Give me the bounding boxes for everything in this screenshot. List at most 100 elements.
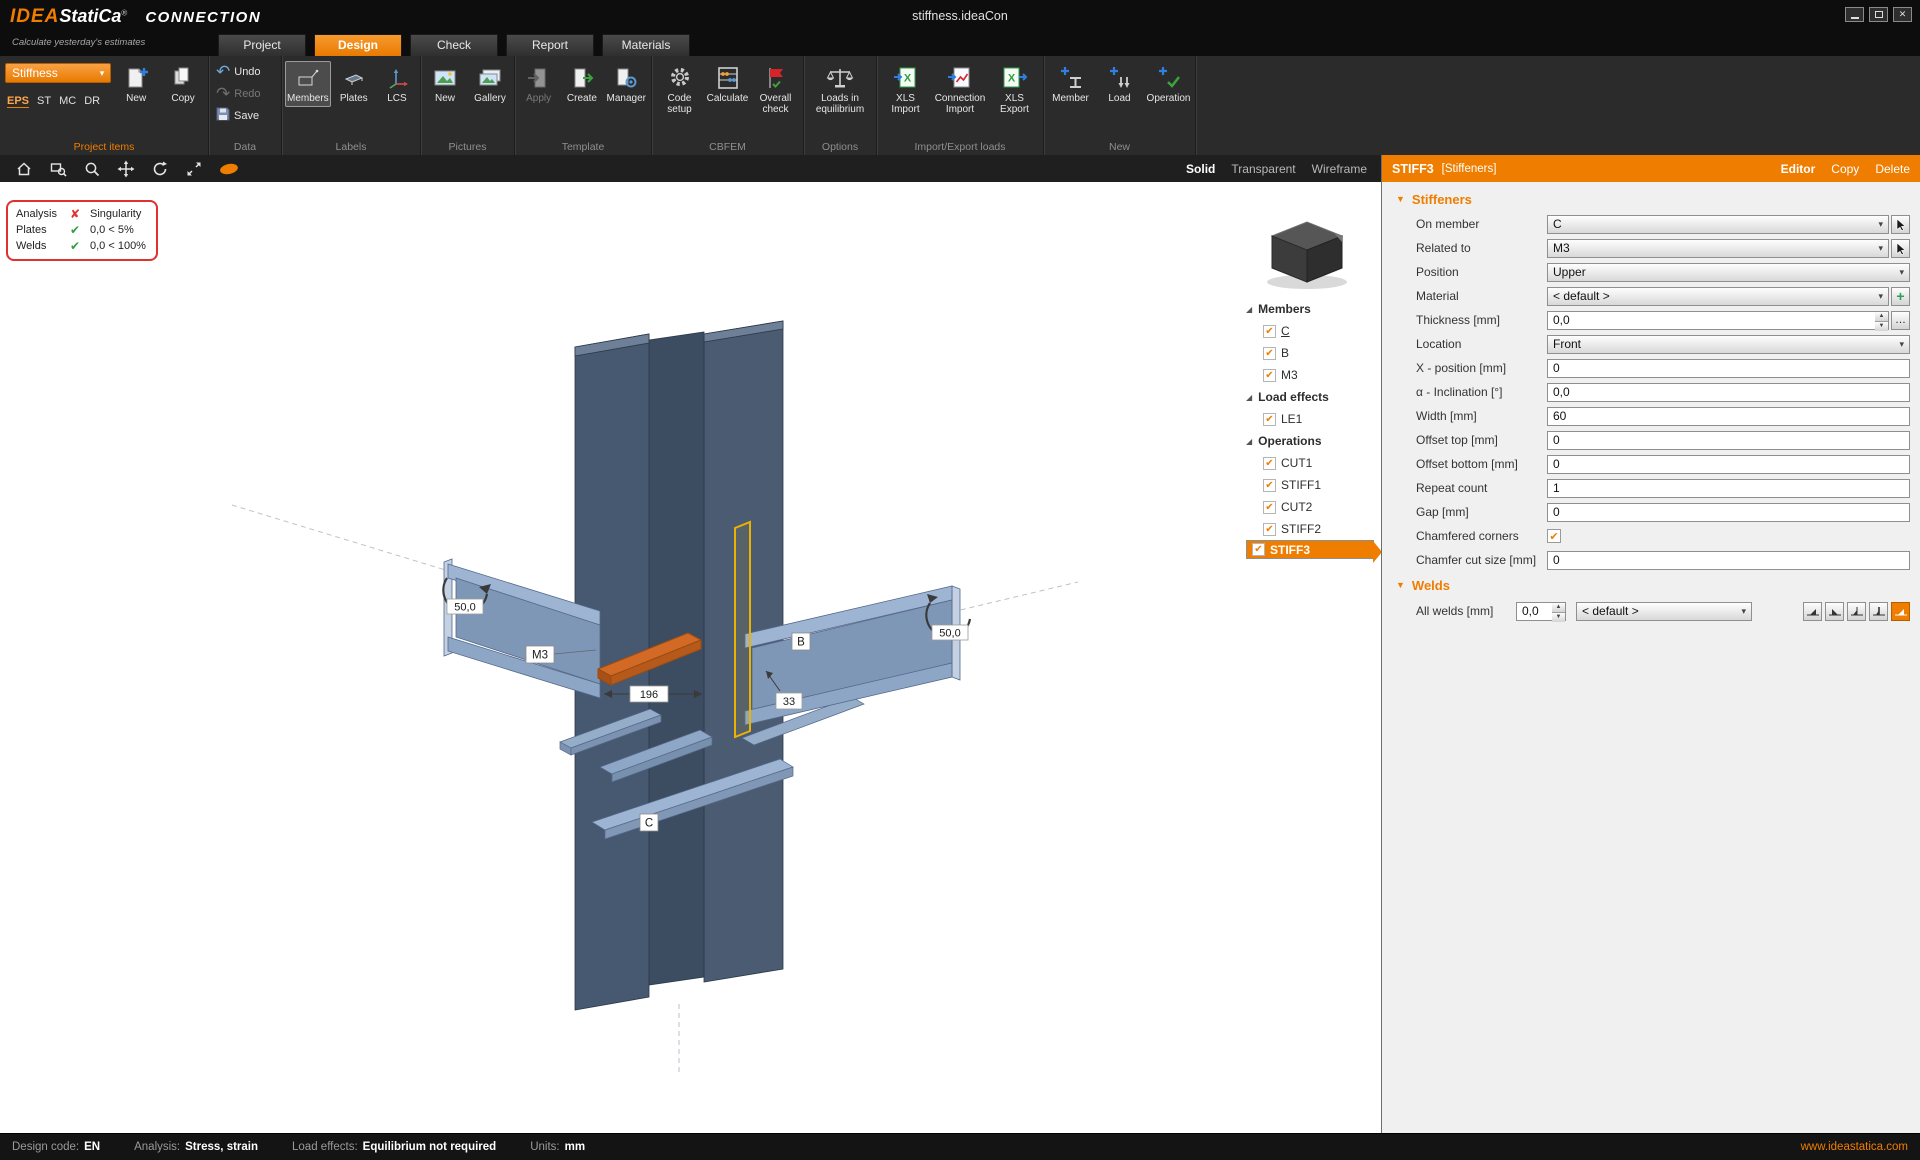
mode-dr-button[interactable]: DR	[84, 95, 100, 108]
tree-item-cut1[interactable]: CUT1	[1246, 452, 1374, 474]
fillet-weld-icon[interactable]	[1803, 602, 1822, 621]
width-input[interactable]: 60	[1547, 407, 1910, 426]
tree-item-c[interactable]: C	[1246, 320, 1374, 342]
tree-item-le1[interactable]: LE1	[1246, 408, 1374, 430]
copy-project-item-button[interactable]: Copy	[161, 61, 205, 108]
labels-lcs-toggle[interactable]: LCS	[377, 61, 417, 107]
offset-bottom-input[interactable]: 0	[1547, 455, 1910, 474]
home-view-button[interactable]	[14, 159, 34, 179]
clip-tool-icon[interactable]	[218, 159, 238, 179]
close-button[interactable]: ✕	[1893, 7, 1912, 22]
tree-item-m3[interactable]: M3	[1246, 364, 1374, 386]
tree-item-cut2[interactable]: CUT2	[1246, 496, 1374, 518]
on-member-select[interactable]: C▾	[1547, 215, 1889, 234]
chamfer-cut-size-input[interactable]: 0	[1547, 551, 1910, 570]
tree-item-b[interactable]: B	[1246, 342, 1374, 364]
zoom-window-button[interactable]	[48, 159, 68, 179]
loads-in-equilibrium-toggle[interactable]: Loads in equilibrium	[809, 61, 872, 118]
delete-operation-button[interactable]: Delete	[1875, 162, 1910, 176]
tree-item-stiff1[interactable]: STIFF1	[1246, 474, 1374, 496]
pick-related-member-button[interactable]	[1891, 239, 1910, 258]
navigation-cube[interactable]	[1252, 210, 1362, 297]
offset-top-input[interactable]: 0	[1547, 431, 1910, 450]
thickness-stepper[interactable]: ▲▼	[1875, 311, 1889, 330]
all-welds-size-input[interactable]: 0,0	[1516, 602, 1552, 621]
picture-new-button[interactable]: New	[424, 61, 466, 107]
analysis-type-dropdown[interactable]: Stiffness ▾	[5, 63, 111, 83]
checkbox-checked-icon[interactable]	[1263, 325, 1276, 338]
spin-up-icon[interactable]: ▲	[1552, 603, 1565, 612]
mode-eps-button[interactable]: EPS	[7, 95, 29, 108]
save-button[interactable]: Save	[216, 107, 276, 124]
view-mode-wireframe[interactable]: Wireframe	[1312, 162, 1367, 176]
checkbox-checked-icon[interactable]	[1263, 479, 1276, 492]
double-fillet-weld-icon[interactable]	[1847, 602, 1866, 621]
tab-check[interactable]: Check	[410, 34, 498, 56]
maximize-button[interactable]	[1869, 7, 1888, 22]
template-create-button[interactable]: Create	[561, 61, 602, 107]
connection-import-button[interactable]: Connection Import	[933, 61, 987, 118]
website-link[interactable]: www.ideastatica.com	[1801, 1141, 1908, 1153]
tree-section-operations[interactable]: ◢Operations	[1246, 430, 1374, 452]
section-welds[interactable]: ▼Welds	[1382, 572, 1920, 598]
checkbox-checked-icon[interactable]	[1263, 523, 1276, 536]
new-load-button[interactable]: Load	[1097, 61, 1143, 107]
thickness-more-button[interactable]: …	[1891, 311, 1910, 330]
copy-operation-button[interactable]: Copy	[1831, 162, 1859, 176]
inclination-input[interactable]: 0,0	[1547, 383, 1910, 402]
picture-gallery-button[interactable]: Gallery	[469, 61, 511, 107]
zoom-button[interactable]	[82, 159, 102, 179]
overall-check-button[interactable]: Overall check	[753, 61, 799, 118]
checkbox-checked-icon[interactable]	[1263, 457, 1276, 470]
gap-input[interactable]: 0	[1547, 503, 1910, 522]
tree-section-load-effects[interactable]: ◢Load effects	[1246, 386, 1374, 408]
new-operation-button[interactable]: Operation	[1146, 61, 1192, 107]
new-project-item-button[interactable]: New	[114, 61, 158, 108]
xls-import-button[interactable]: X XLS Import	[880, 61, 931, 118]
checkbox-checked-icon[interactable]	[1263, 369, 1276, 382]
mode-st-button[interactable]: ST	[37, 95, 51, 108]
thickness-input[interactable]: 0,0	[1547, 311, 1875, 330]
calculate-button[interactable]: Calculate	[705, 61, 751, 118]
x-position-input[interactable]: 0	[1547, 359, 1910, 378]
checkbox-checked-icon[interactable]	[1252, 543, 1265, 556]
selected-stiffener-highlight[interactable]	[735, 522, 750, 737]
weld-material-select[interactable]: < default >▾	[1576, 602, 1752, 621]
butt-weld-icon[interactable]	[1869, 602, 1888, 621]
tab-materials[interactable]: Materials	[602, 34, 690, 56]
tab-project[interactable]: Project	[218, 34, 306, 56]
pick-member-button[interactable]	[1891, 215, 1910, 234]
minimize-button[interactable]	[1845, 7, 1864, 22]
tree-item-stiff3-selected[interactable]: STIFF3	[1246, 540, 1374, 559]
location-select[interactable]: Front▾	[1547, 335, 1910, 354]
tab-report[interactable]: Report	[506, 34, 594, 56]
fit-view-button[interactable]	[184, 159, 204, 179]
checkbox-checked-icon[interactable]	[1263, 501, 1276, 514]
rotate-view-button[interactable]	[150, 159, 170, 179]
xls-export-button[interactable]: X XLS Export	[989, 61, 1040, 118]
spin-down-icon[interactable]: ▼	[1552, 612, 1565, 622]
weld-size-stepper[interactable]: ▲▼	[1552, 602, 1566, 621]
tree-item-stiff2[interactable]: STIFF2	[1246, 518, 1374, 540]
labels-plates-toggle[interactable]: Plates	[334, 61, 374, 107]
material-select[interactable]: < default >▾	[1547, 287, 1889, 306]
undo-button[interactable]: ↶Undo	[216, 63, 276, 80]
template-apply-button[interactable]: Apply	[518, 61, 559, 107]
pan-button[interactable]	[116, 159, 136, 179]
view-mode-solid[interactable]: Solid	[1186, 162, 1215, 176]
fillet-weld-rear-icon[interactable]	[1825, 602, 1844, 621]
3d-viewport[interactable]: 50,0 50,0 196	[0, 182, 1381, 1133]
tab-design[interactable]: Design	[314, 34, 402, 56]
view-mode-transparent[interactable]: Transparent	[1231, 162, 1295, 176]
3d-scene[interactable]: 50,0 50,0 196	[0, 182, 1381, 1133]
checkbox-checked-icon[interactable]	[1263, 347, 1276, 360]
related-to-select[interactable]: M3▾	[1547, 239, 1889, 258]
add-material-button[interactable]: +	[1891, 287, 1910, 306]
mode-mc-button[interactable]: MC	[59, 95, 76, 108]
spin-up-icon[interactable]: ▲	[1875, 312, 1888, 321]
labels-members-toggle[interactable]: Members	[285, 61, 331, 107]
template-manager-button[interactable]: Manager	[605, 61, 648, 107]
code-setup-button[interactable]: Code setup	[657, 61, 703, 118]
section-stiffeners[interactable]: ▼Stiffeners	[1382, 186, 1920, 212]
chamfered-corners-checkbox[interactable]	[1547, 529, 1561, 543]
